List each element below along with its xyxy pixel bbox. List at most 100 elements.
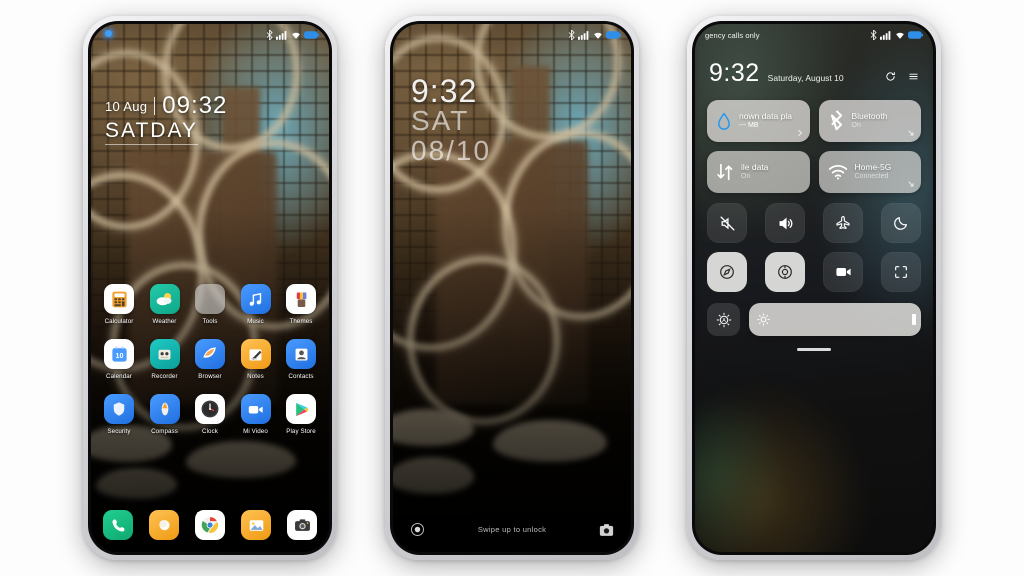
record-circle-icon[interactable] bbox=[409, 521, 426, 538]
app-music[interactable]: Music bbox=[236, 284, 276, 325]
toggle-screen-recorder[interactable] bbox=[823, 252, 863, 292]
app-browser[interactable]: Browser bbox=[190, 339, 230, 380]
camera-icon[interactable] bbox=[287, 510, 317, 540]
toggle-screenshot[interactable] bbox=[881, 252, 921, 292]
cc-toggle-grid bbox=[707, 203, 921, 292]
tile-mobile-data[interactable]: ile data On bbox=[707, 151, 810, 193]
screenshot-icon bbox=[895, 266, 907, 278]
cc-time: 9:32 bbox=[709, 59, 760, 87]
phone2-bezel: 9:32 SAT 08/10 Swipe up to unlock bbox=[390, 21, 634, 555]
tile-wifi[interactable]: Home-5G Connected bbox=[818, 151, 921, 193]
toggle-location[interactable] bbox=[707, 252, 747, 292]
toggle-dark-mode[interactable] bbox=[881, 203, 921, 243]
compass-icon bbox=[149, 394, 180, 424]
phone-icon[interactable] bbox=[103, 510, 133, 540]
phone-control-center: gency calls only 9:32 Saturday, August 1… bbox=[687, 16, 941, 560]
app-notes[interactable]: Notes bbox=[236, 339, 276, 380]
wifi-icon bbox=[895, 32, 904, 39]
app-weather[interactable]: Weather bbox=[145, 284, 185, 325]
recorder-icon bbox=[149, 339, 180, 369]
tile-subtitle: On bbox=[741, 172, 751, 180]
clock-icon bbox=[195, 394, 225, 424]
tile-subtitle: On bbox=[851, 121, 861, 129]
lock-time: 9:32 bbox=[411, 73, 478, 109]
menu-icon[interactable] bbox=[908, 71, 919, 82]
phone3-screen[interactable]: gency calls only 9:32 Saturday, August 1… bbox=[695, 24, 933, 552]
cc-date: Saturday, August 10 bbox=[767, 73, 844, 83]
bluetooth-icon bbox=[266, 30, 273, 40]
cc-header-actions bbox=[885, 71, 919, 86]
battery-icon bbox=[908, 31, 923, 39]
phone1-screen[interactable]: 10 Aug 09:32 SATDAY Calculator Weather T… bbox=[91, 24, 329, 552]
wifi-icon bbox=[291, 32, 300, 39]
chevron-right-icon[interactable] bbox=[796, 129, 804, 137]
home-weekday: SATDAY bbox=[105, 119, 198, 145]
toggle-airplane[interactable] bbox=[823, 203, 863, 243]
app-calculator[interactable]: Calculator bbox=[99, 284, 139, 325]
sound-icon bbox=[779, 217, 792, 229]
app-recorder[interactable]: Recorder bbox=[145, 339, 185, 380]
chrome-icon[interactable] bbox=[195, 510, 225, 540]
tile-data-plan[interactable]: nown data pla --- MB bbox=[707, 100, 810, 142]
app-label: Browser bbox=[198, 373, 222, 380]
toggle-sound[interactable] bbox=[765, 203, 805, 243]
app-security[interactable]: Security bbox=[99, 394, 139, 435]
location-icon bbox=[720, 265, 734, 279]
lock-bottom-bar: Swipe up to unlock bbox=[393, 521, 631, 538]
app-tools-folder[interactable]: Tools bbox=[190, 284, 230, 325]
app-play-store[interactable]: Play Store bbox=[281, 394, 321, 435]
app-contacts[interactable]: Contacts bbox=[281, 339, 321, 380]
phone2-status-bar bbox=[393, 24, 631, 46]
phone2-screen[interactable]: 9:32 SAT 08/10 Swipe up to unlock bbox=[393, 24, 631, 552]
data-drop-icon bbox=[718, 112, 730, 130]
app-compass[interactable]: Compass bbox=[145, 394, 185, 435]
tile-text: Bluetooth On bbox=[852, 111, 888, 130]
status-right bbox=[266, 30, 319, 40]
app-label: Clock bbox=[202, 428, 218, 435]
camera-icon[interactable] bbox=[598, 521, 615, 538]
tile-bluetooth[interactable]: Bluetooth On bbox=[818, 100, 921, 142]
app-calendar[interactable]: 10 Calendar bbox=[99, 339, 139, 380]
expand-arrow-icon[interactable] bbox=[907, 129, 915, 137]
messages-icon[interactable] bbox=[149, 510, 179, 540]
auto-brightness-button[interactable]: A bbox=[707, 303, 740, 336]
mobile-data-icon bbox=[717, 163, 733, 181]
phone3-status-bar: gency calls only bbox=[695, 24, 933, 46]
brightness-slider[interactable] bbox=[749, 303, 921, 336]
toggle-silent[interactable] bbox=[707, 203, 747, 243]
calendar-icon: 10 bbox=[104, 339, 134, 369]
refresh-icon[interactable] bbox=[885, 71, 896, 82]
home-time: 09:32 bbox=[162, 92, 228, 119]
folder-icon bbox=[195, 284, 225, 314]
phone1-status-bar bbox=[91, 24, 329, 46]
tile-subtitle: Connected bbox=[854, 172, 889, 180]
clock-divider bbox=[154, 97, 156, 115]
app-row: Calculator Weather Tools Music Themes bbox=[99, 284, 321, 325]
brightness-knob[interactable] bbox=[912, 314, 916, 325]
app-clock[interactable]: Clock bbox=[190, 394, 230, 435]
app-label: Notes bbox=[247, 373, 264, 380]
control-center-panel: 9:32 Saturday, August 10 nown data pla -… bbox=[695, 24, 933, 351]
lock-clock: 9:32 SAT 08/10 bbox=[411, 73, 492, 166]
app-mi-video[interactable]: Mi Video bbox=[236, 394, 276, 435]
cc-toggle-row bbox=[707, 252, 921, 292]
drag-handle[interactable] bbox=[797, 348, 831, 351]
signal-icon bbox=[276, 30, 287, 40]
home-date: 10 Aug bbox=[105, 98, 148, 114]
app-label: Contacts bbox=[288, 373, 314, 380]
carrier-label: gency calls only bbox=[705, 30, 760, 40]
clock-widget-row: 10 Aug 09:32 bbox=[105, 94, 227, 118]
home-clock-widget[interactable]: 10 Aug 09:32 SATDAY bbox=[105, 94, 227, 145]
signal-icon bbox=[880, 30, 891, 40]
app-row: Security Compass Clock Mi Video Play Sto… bbox=[99, 394, 321, 435]
battery-icon bbox=[606, 31, 621, 39]
browser-icon bbox=[195, 339, 225, 369]
app-themes[interactable]: Themes bbox=[281, 284, 321, 325]
gallery-icon[interactable] bbox=[241, 510, 271, 540]
app-grid: Calculator Weather Tools Music Themes 10… bbox=[91, 284, 329, 435]
wifi-icon bbox=[828, 164, 847, 179]
toggle-auto-rotate[interactable] bbox=[765, 252, 805, 292]
app-row: 10 Calendar Recorder Browser Notes Conta… bbox=[99, 339, 321, 380]
expand-arrow-icon[interactable] bbox=[907, 180, 915, 188]
lock-date: 08/10 bbox=[411, 134, 492, 166]
